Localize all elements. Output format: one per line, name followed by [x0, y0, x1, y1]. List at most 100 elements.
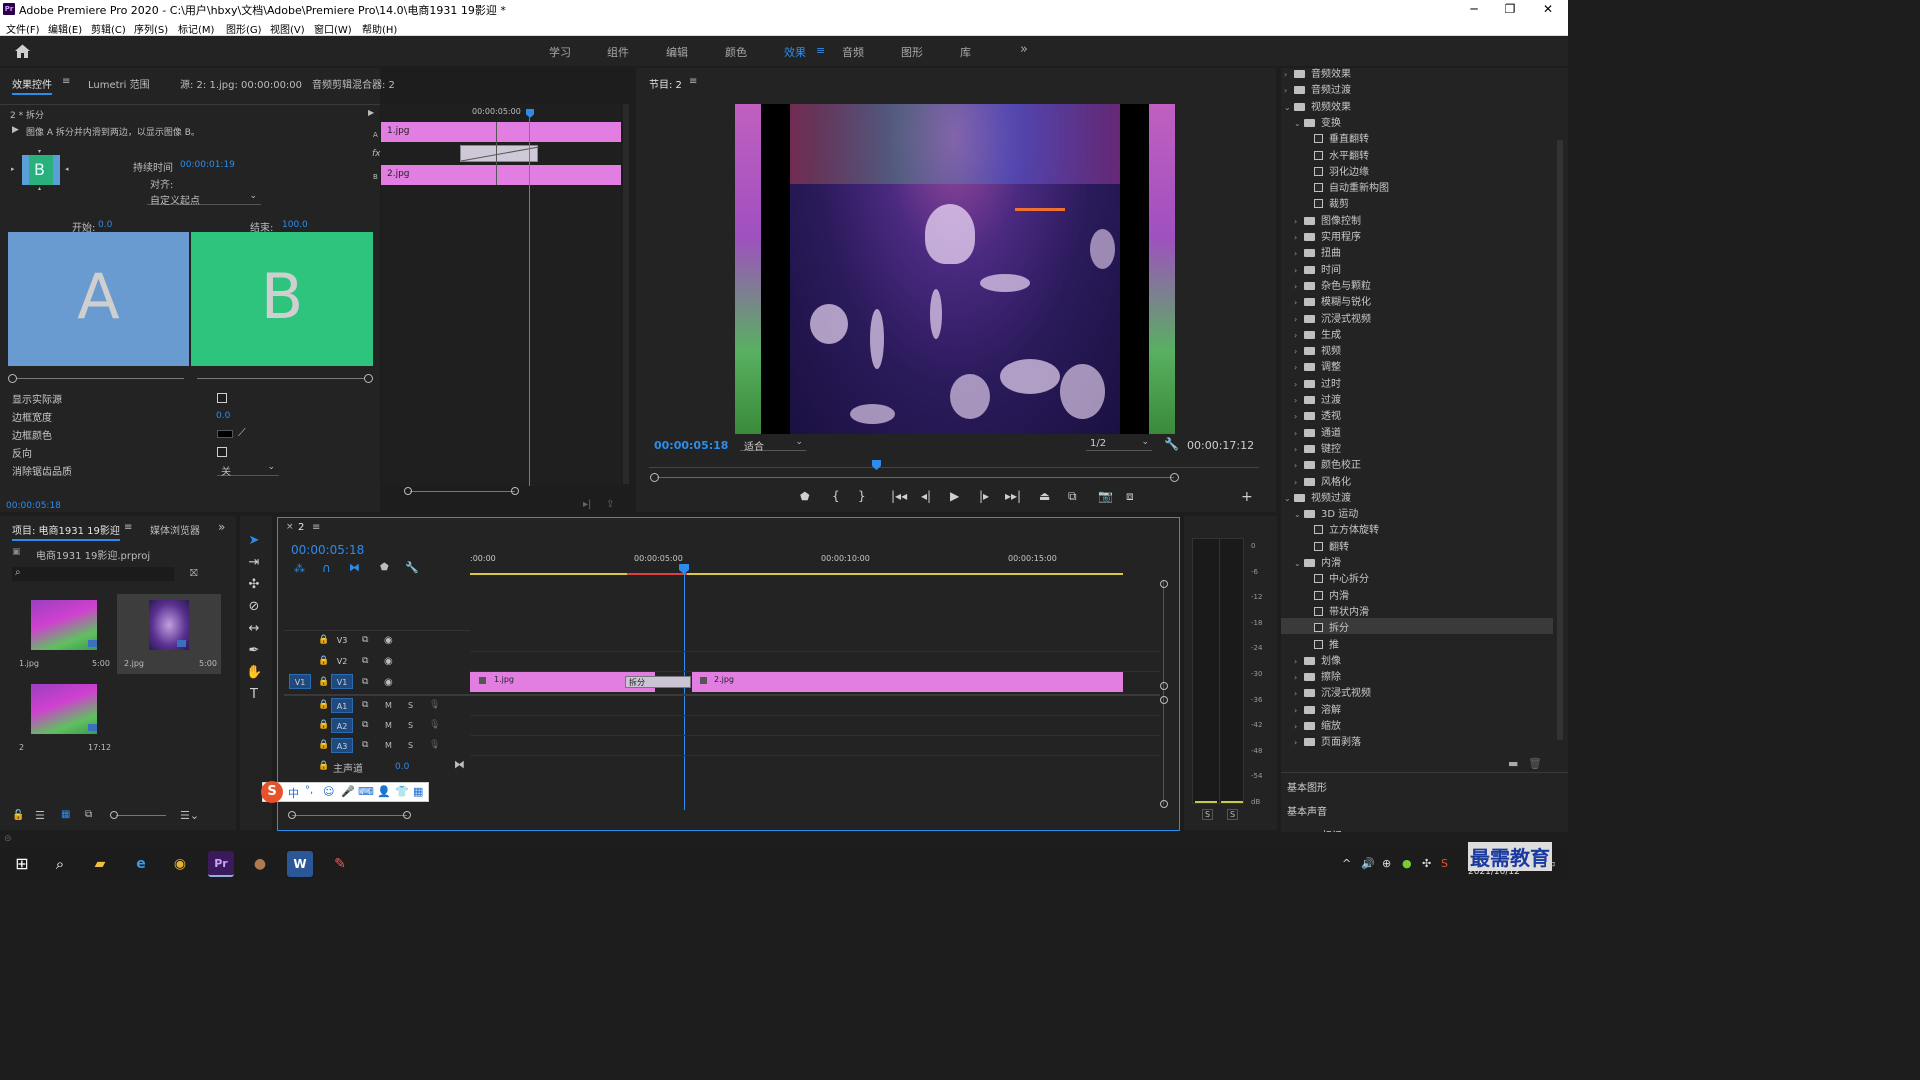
panel-essential-graphics[interactable]: 基本图形 — [1287, 779, 1327, 794]
reverse-checkbox[interactable] — [217, 447, 227, 457]
effects-folder[interactable]: › 调整 — [1294, 358, 1341, 373]
effect-controls-timecode[interactable]: 00:00:05:18 — [6, 501, 61, 511]
effects-folder[interactable]: › 模糊与锐化 — [1294, 293, 1371, 308]
effects-item[interactable]: 带状内滑 — [1304, 603, 1369, 618]
extract-icon[interactable]: ⧉ — [1068, 489, 1077, 504]
effects-folder[interactable]: ⌄ 内滑 — [1294, 554, 1341, 569]
delete-icon[interactable]: 🗑 — [1528, 757, 1542, 770]
effects-item[interactable]: 立方体旋转 — [1304, 521, 1379, 536]
effects-folder[interactable]: ⌄ 视频过渡 — [1284, 489, 1351, 504]
timeline-zoom-track[interactable] — [292, 815, 407, 816]
tab-audio-clip-mixer[interactable]: 音频剪辑混合器: 2 — [312, 76, 395, 91]
a3-mute[interactable]: M — [385, 741, 392, 750]
effects-folder[interactable]: ⌄ 3D 运动 — [1294, 505, 1358, 520]
ripple-edit-tool-icon[interactable]: ✣ — [246, 577, 262, 593]
mini-zoom-right-handle[interactable] — [511, 487, 519, 495]
sogou-logo-icon[interactable]: S — [261, 781, 283, 803]
project-item-3[interactable]: 2 17:12 — [10, 678, 114, 758]
fit-dropdown[interactable]: 适合 ⌄ — [740, 437, 806, 453]
track-a2[interactable]: A2 — [331, 718, 353, 733]
export-frame-icon[interactable]: ▸| — [583, 499, 591, 510]
effects-item[interactable]: 水平翻转 — [1304, 147, 1369, 162]
start-value[interactable]: 0.0 — [98, 220, 112, 230]
effects-item[interactable]: 裁剪 — [1304, 195, 1349, 210]
v1-sync-icon[interactable]: ⧉ — [362, 677, 368, 687]
close-button[interactable]: ✕ — [1528, 1, 1568, 17]
track-v2[interactable]: V2 — [331, 654, 353, 669]
a2-lock-icon[interactable]: 🔒 — [318, 720, 329, 730]
search-icon[interactable]: ⌕ — [47, 851, 73, 877]
linked-selection-icon[interactable]: ⧓ — [349, 561, 360, 574]
effects-folder[interactable]: › 风格化 — [1294, 473, 1351, 488]
tab-media-browser[interactable]: 媒体浏览器 — [150, 522, 200, 537]
windows-start-icon[interactable]: ⊞ — [9, 851, 35, 877]
a1-mic-icon[interactable]: 🎙 — [429, 700, 440, 710]
thumb-size-slider[interactable] — [116, 815, 166, 816]
vscroll-handle-mid[interactable] — [1160, 682, 1168, 690]
v1-eye-icon[interactable]: ◉ — [384, 677, 393, 688]
mini-zoom-left-handle[interactable] — [404, 487, 412, 495]
media-player-icon[interactable]: ● — [247, 851, 273, 877]
border-color-swatch[interactable] — [217, 430, 233, 438]
add-marker-timeline-icon[interactable]: ⬟ — [380, 562, 389, 573]
track-select-tool-icon[interactable]: ⇥ — [246, 555, 262, 571]
effects-folder[interactable]: › 图像控制 — [1294, 212, 1361, 227]
thumb-up-arrow-icon[interactable]: ▾ — [38, 148, 41, 155]
menu-clip[interactable]: 剪辑(C) — [91, 21, 126, 36]
transition-thumbnail[interactable]: B — [22, 155, 60, 185]
premiere-taskbar-icon[interactable]: Pr — [208, 851, 234, 877]
menu-sequence[interactable]: 序列(S) — [134, 21, 168, 36]
effects-folder[interactable]: › 生成 — [1294, 326, 1341, 341]
menu-edit[interactable]: 编辑(E) — [48, 21, 82, 36]
step-forward-icon[interactable]: |▸ — [979, 489, 989, 503]
new-search-bin-icon[interactable]: ⛝ — [190, 568, 198, 579]
duration-value[interactable]: 00:00:01:19 — [180, 160, 235, 170]
freeform-view-icon[interactable]: ⧉ — [85, 809, 92, 820]
more-panels-icon[interactable]: » — [218, 520, 225, 534]
effects-folder[interactable]: › 划像 — [1294, 652, 1341, 667]
tab-source[interactable]: 源: 2: 1.jpg: 00:00:00:00 — [180, 76, 302, 91]
go-to-out-icon[interactable]: ▸▸| — [1005, 489, 1021, 503]
effects-item[interactable]: 中心拆分 — [1304, 570, 1369, 585]
track-a3[interactable]: A3 — [331, 738, 353, 753]
a1-sync-icon[interactable]: ⧉ — [362, 700, 368, 710]
menu-window[interactable]: 窗口(W) — [314, 21, 352, 36]
ime-user[interactable]: 👤 — [377, 785, 391, 798]
master-lock-icon[interactable]: 🔒 — [318, 761, 329, 771]
edge-browser-icon[interactable]: e — [128, 851, 154, 877]
mini-transition[interactable] — [460, 145, 539, 162]
panel-essential-sound[interactable]: 基本声音 — [1287, 803, 1327, 818]
program-current-time[interactable]: 00:00:05:18 — [654, 439, 728, 452]
home-icon[interactable] — [14, 43, 31, 59]
effects-folder[interactable]: › 页面剥落 — [1294, 733, 1361, 748]
a2-mic-icon[interactable]: 🎙 — [429, 720, 440, 730]
ime-chinese[interactable]: 中 — [288, 785, 299, 801]
ime-voice[interactable]: 🎤 — [341, 785, 355, 798]
play-icon[interactable]: ▶ — [950, 489, 959, 503]
a1-lock-icon[interactable]: 🔒 — [318, 700, 329, 710]
volume-icon[interactable]: 🔊 — [1361, 857, 1375, 870]
a1-solo[interactable]: S — [408, 701, 413, 710]
thumb-down-arrow-icon[interactable]: ▴ — [38, 185, 41, 192]
step-back-icon[interactable]: ◂| — [921, 489, 931, 503]
timeline-zoom-right[interactable] — [403, 811, 411, 819]
v2-lock-icon[interactable]: 🔒 — [318, 656, 329, 666]
end-slider-track[interactable] — [197, 378, 365, 379]
effects-item[interactable]: 翻转 — [1304, 538, 1349, 553]
nest-icon[interactable]: ⁂ — [294, 562, 305, 575]
workspace-libraries[interactable]: 库 — [960, 44, 971, 60]
thumb-size-handle[interactable] — [110, 811, 118, 819]
transition-split[interactable]: 拆分 — [625, 676, 691, 688]
ime-toolbox[interactable]: ▦ — [413, 785, 423, 798]
effects-folder[interactable]: › 透视 — [1294, 407, 1341, 422]
play-transition-icon[interactable]: ▶ — [12, 125, 19, 135]
effect-controls-menu-icon[interactable]: ≡ — [62, 76, 70, 87]
mini-clip-a[interactable]: 1.jpg — [381, 122, 621, 142]
a3-sync-icon[interactable]: ⧉ — [362, 740, 368, 750]
align-dropdown[interactable]: 自定义起点 ⌄ — [147, 191, 261, 207]
menu-help[interactable]: 帮助(H) — [362, 21, 397, 36]
effects-item[interactable]: 自动重新构图 — [1304, 179, 1389, 194]
minimize-button[interactable]: ─ — [1454, 1, 1494, 17]
border-width-value[interactable]: 0.0 — [216, 411, 230, 421]
resolution-dropdown[interactable]: 1/2 ⌄ — [1086, 437, 1152, 451]
